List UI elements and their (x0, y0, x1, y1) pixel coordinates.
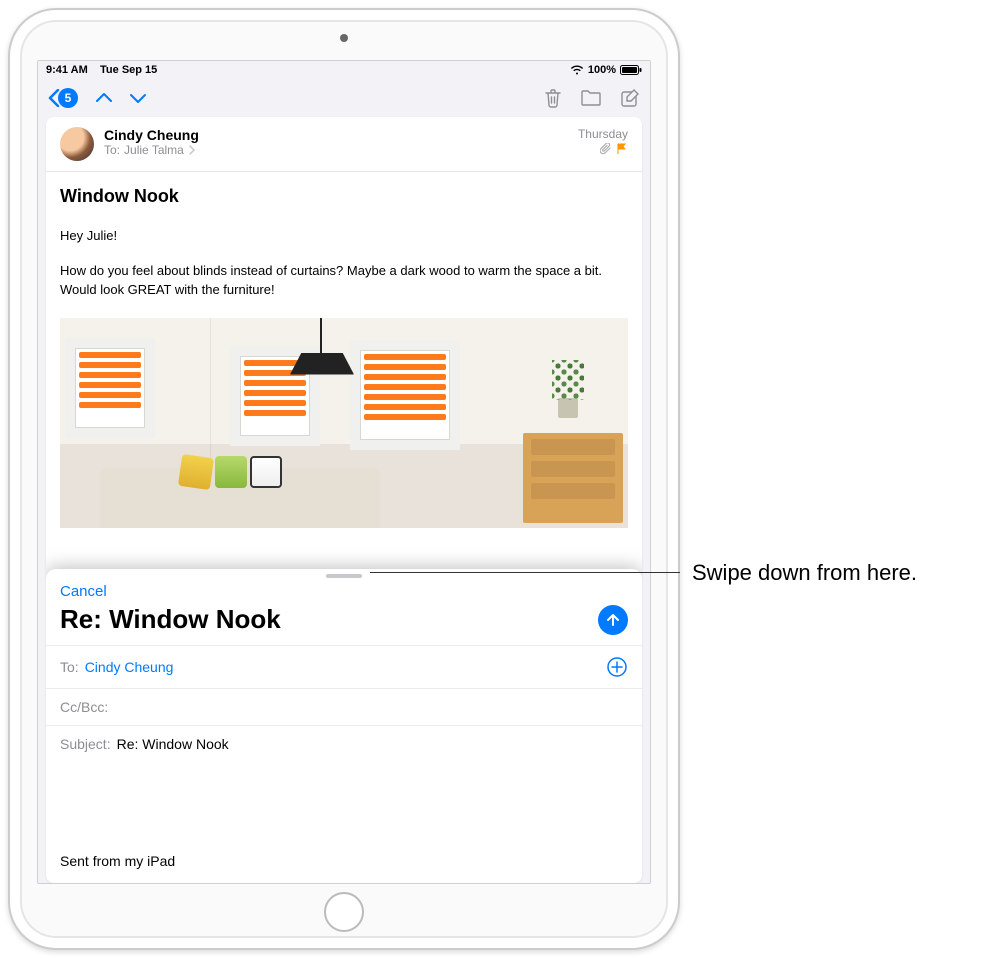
status-bar: 9:41 AM Tue Sep 15 100% (38, 61, 650, 79)
chevron-right-icon (188, 145, 196, 155)
mail-view: Cindy Cheung To: Julie Talma Thursday (46, 117, 642, 883)
compose-to-value[interactable]: Cindy Cheung (85, 659, 174, 675)
battery-icon (620, 65, 642, 75)
compose-subject-label: Subject: (60, 736, 111, 752)
status-battery-pct: 100% (588, 64, 616, 76)
arrow-up-icon (605, 612, 621, 628)
email-subject: Window Nook (60, 186, 628, 207)
email-date: Thursday (578, 127, 628, 141)
compose-icon[interactable] (620, 88, 640, 108)
device-camera (340, 34, 348, 42)
add-contact-button[interactable] (606, 656, 628, 678)
mail-header: Cindy Cheung To: Julie Talma Thursday (46, 117, 642, 172)
email-body-text: How do you feel about blinds instead of … (60, 262, 628, 300)
compose-ccbcc-field[interactable]: Cc/Bcc: (46, 688, 642, 725)
prev-message-button[interactable] (96, 92, 112, 104)
status-left: 9:41 AM Tue Sep 15 (46, 64, 157, 76)
flag-icon (616, 143, 628, 155)
avatar[interactable] (60, 127, 94, 161)
compose-sheet: Cancel Re: Window Nook To: Cindy Cheung (46, 569, 642, 883)
compose-body[interactable]: Sent from my iPad (46, 762, 642, 883)
callout-line (370, 572, 680, 573)
cancel-button[interactable]: Cancel (60, 583, 107, 600)
email-greeting: Hey Julie! (60, 227, 628, 246)
signature: Sent from my iPad (60, 853, 628, 869)
move-folder-icon[interactable] (580, 89, 602, 107)
attachment-icon (600, 143, 612, 155)
compose-title: Re: Window Nook (60, 604, 281, 635)
home-button[interactable] (324, 892, 364, 932)
status-right: 100% (570, 64, 642, 76)
sheet-grabber[interactable] (326, 574, 362, 578)
to-recipient[interactable]: Julie Talma (124, 143, 184, 157)
callout-text: Swipe down from here. (692, 560, 917, 586)
ipad-frame: 9:41 AM Tue Sep 15 100% 5 (8, 8, 680, 950)
compose-subject-value[interactable]: Re: Window Nook (117, 736, 229, 752)
status-time: 9:41 AM (46, 64, 88, 76)
screen: 9:41 AM Tue Sep 15 100% 5 (37, 60, 651, 884)
next-message-button[interactable] (130, 92, 146, 104)
send-button[interactable] (598, 605, 628, 635)
trash-icon[interactable] (544, 88, 562, 108)
from-name[interactable]: Cindy Cheung (104, 127, 578, 143)
status-date: Tue Sep 15 (100, 64, 157, 76)
to-label: To: (104, 143, 120, 157)
compose-ccbcc-label: Cc/Bcc: (60, 699, 108, 715)
compose-to-label: To: (60, 659, 79, 675)
back-button[interactable]: 5 (48, 88, 78, 108)
unread-badge: 5 (58, 88, 78, 108)
nav-bar: 5 (38, 79, 650, 117)
wifi-icon (570, 65, 584, 75)
email-attachment-image[interactable] (60, 318, 628, 528)
